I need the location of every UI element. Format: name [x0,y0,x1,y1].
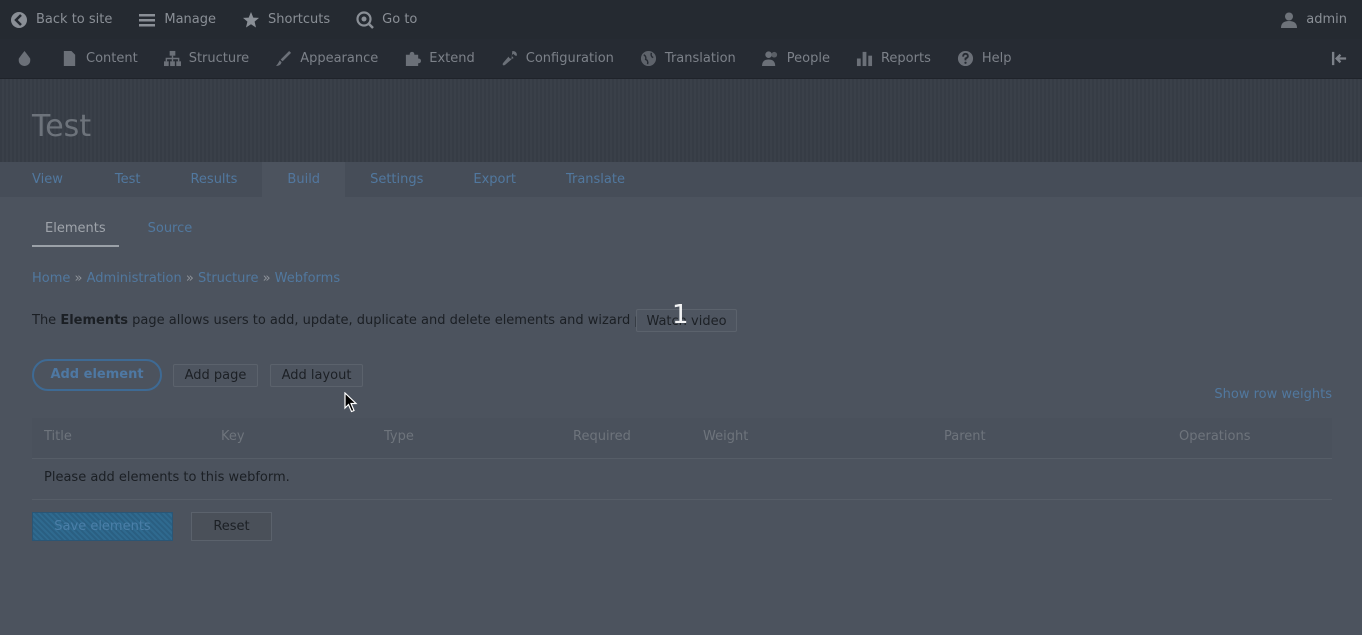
elements-table: Title Key Type Required Weight Parent Op… [32,418,1332,500]
bar-chart-icon [856,51,873,67]
breadcrumb-home[interactable]: Home [32,271,70,286]
puzzle-icon [406,51,422,67]
column-key: Key [221,429,245,444]
tab-translate[interactable]: Translate [541,162,650,197]
primary-tabs: View Test Results Build Settings Export … [0,162,1362,197]
tray-item-content[interactable]: Content [61,39,138,78]
page: Back to site Manage Shortcuts Go to admi… [0,0,1362,635]
shortcuts-link[interactable]: Shortcuts [242,0,330,39]
column-parent: Parent [944,429,986,444]
secondary-tabs: Elements Source [32,214,221,247]
tray-item-label: Configuration [525,51,614,66]
page-title: Test [32,109,92,144]
tray-item-appearance[interactable]: Appearance [275,39,378,78]
help-text: The Elements page allows users to add, u… [32,313,678,328]
wrench-icon [502,50,517,66]
help-icon [957,50,973,67]
save-elements-button[interactable]: Save elements [32,512,173,541]
tray-item-label: Translation [664,51,736,66]
table-header: Title Key Type Required Weight Parent Op… [32,418,1332,459]
tray-item-configuration[interactable]: Configuration [501,39,614,78]
tab-results[interactable]: Results [165,162,262,197]
back-to-site-label: Back to site [36,12,113,27]
tray-item-extend[interactable]: Extend [404,39,475,78]
help-text-bold: Elements [60,313,129,328]
tab-source[interactable]: Source [135,214,206,247]
drupal-drop-icon [18,50,31,67]
tray-item-structure[interactable]: Structure [163,39,250,78]
column-operations: Operations [1179,429,1251,444]
column-required: Required [573,429,631,444]
tab-settings[interactable]: Settings [345,162,448,197]
tray-item-label: Reports [880,51,931,66]
collapse-left-icon [1331,51,1347,66]
globe-icon [640,50,656,67]
brush-icon [276,50,292,67]
tray-item-label: Content [86,51,138,66]
breadcrumb-structure[interactable]: Structure [198,271,258,286]
show-row-weights-link[interactable]: Show row weights [1214,387,1332,402]
empty-table-message: Please add elements to this webform. [44,470,290,485]
admin-menu-tray: Content Structure Appearance Extend Conf… [0,39,1362,79]
tray-item-label: Extend [429,51,475,66]
tab-elements[interactable]: Elements [32,214,119,247]
add-layout-button[interactable]: Add layout [270,364,363,387]
tray-item-label: Structure [188,51,250,66]
add-element-button[interactable]: Add element [32,359,162,391]
column-title: Title [44,429,72,444]
page-header: Test [0,79,1362,162]
user-name: admin [1306,12,1347,27]
column-type: Type [384,429,414,444]
help-text-prefix: The [32,313,61,328]
goto-icon [356,10,375,29]
drupal-home-link[interactable] [16,39,41,78]
tray-orientation-toggle[interactable] [1331,39,1356,78]
admin-toolbar: Back to site Manage Shortcuts Go to admi… [0,0,1362,39]
mouse-cursor-icon [344,392,358,413]
goto-link[interactable]: Go to [356,0,417,39]
column-weight: Weight [703,429,749,444]
user-menu[interactable]: admin [1280,0,1347,39]
hierarchy-icon [163,50,181,67]
people-icon [761,51,777,67]
user-icon [1281,12,1298,28]
breadcrumb-administration[interactable]: Administration [87,271,182,286]
breadcrumb-webforms[interactable]: Webforms [275,271,340,286]
tray-item-label: Help [981,51,1012,66]
breadcrumb: Home » Administration » Structure » Webf… [32,271,341,286]
goto-label: Go to [382,12,418,27]
tray-item-people[interactable]: People [761,39,830,78]
tray-item-label: People [786,51,830,66]
tab-build[interactable]: Build [262,162,346,197]
tray-item-reports[interactable]: Reports [856,39,931,78]
add-page-button[interactable]: Add page [173,364,258,387]
tray-item-help[interactable]: Help [957,39,1012,78]
manage-link[interactable]: Manage [138,0,216,39]
overlay-counter: 1 [672,300,689,330]
tab-export[interactable]: Export [448,162,541,197]
tray-item-translation[interactable]: Translation [640,39,736,78]
back-arrow-icon [11,11,27,28]
manage-label: Manage [164,12,216,27]
help-text-suffix: page allows users to add, update, duplic… [128,313,678,328]
page-icon [63,50,76,67]
back-to-site-link[interactable]: Back to site [10,0,112,39]
reset-button[interactable]: Reset [191,512,272,541]
tray-item-label: Appearance [300,51,379,66]
menu-icon [139,13,156,26]
tab-test[interactable]: Test [90,162,166,197]
tab-view[interactable]: View [0,162,90,197]
star-icon [243,11,259,27]
shortcuts-label: Shortcuts [268,12,331,27]
